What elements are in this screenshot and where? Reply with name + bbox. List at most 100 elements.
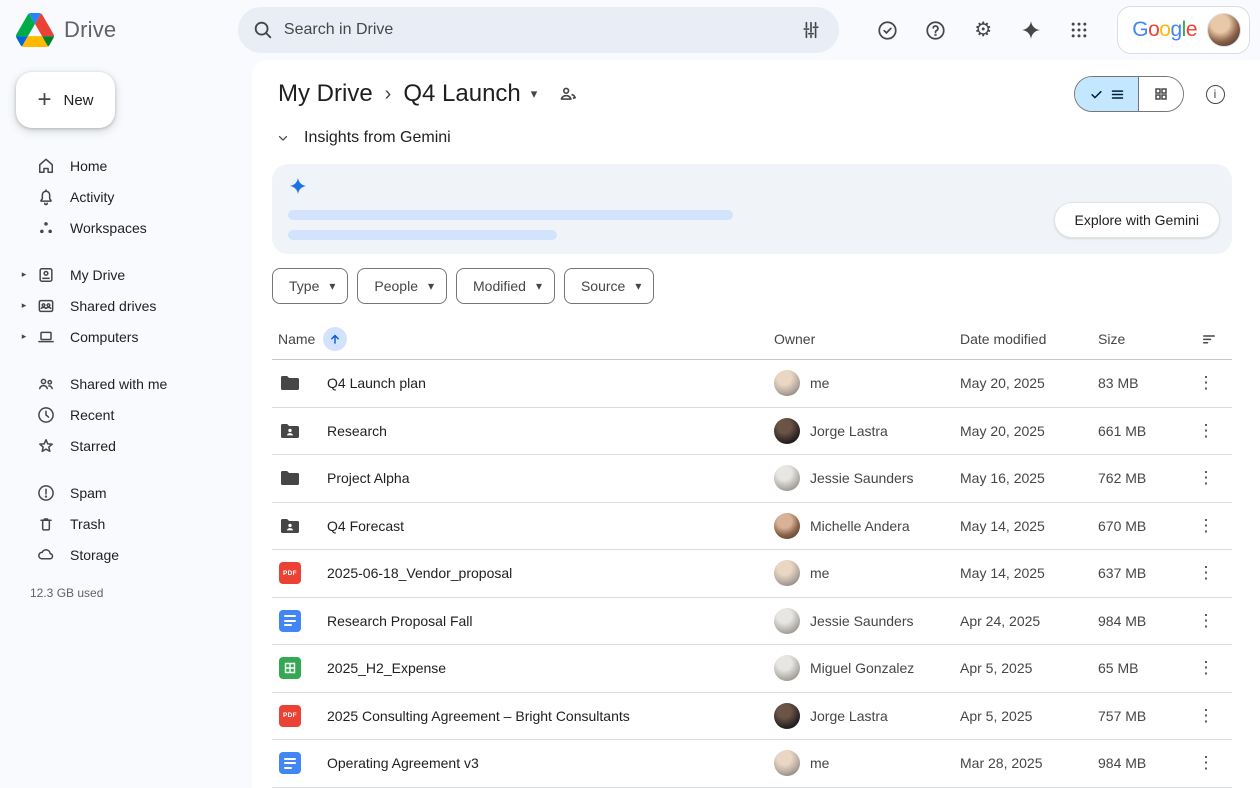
more-actions-icon[interactable]: ⋮ <box>1190 605 1222 637</box>
google-account-badge[interactable]: Google <box>1117 6 1250 54</box>
apps-grid-icon[interactable] <box>1059 10 1099 50</box>
spam-icon <box>36 483 56 503</box>
home-icon <box>36 156 56 176</box>
user-avatar[interactable] <box>1207 13 1241 47</box>
chevron-down-icon: ▾ <box>329 279 335 293</box>
chevron-down-icon: ▾ <box>536 279 542 293</box>
trash-icon <box>36 514 56 534</box>
search-bar <box>238 7 839 53</box>
breadcrumb-my-drive[interactable]: My Drive <box>272 78 379 110</box>
pdf-icon: PDF <box>278 561 302 585</box>
view-toggle <box>1074 76 1184 112</box>
sidebar-item-trash[interactable]: Trash <box>16 508 252 539</box>
sidebar-item-starred[interactable]: Starred <box>16 430 252 461</box>
sidebar-item-activity[interactable]: Activity <box>16 181 252 212</box>
sidebar-item-recent[interactable]: Recent <box>16 399 252 430</box>
workspaces-icon <box>36 218 56 238</box>
settings-gear-icon[interactable]: ⚙ <box>963 10 1003 50</box>
search-filters-icon[interactable] <box>791 10 831 50</box>
folder-icon <box>278 371 302 395</box>
sort-ascending-icon[interactable] <box>323 327 347 351</box>
table-header: Name Owner Date modified Size <box>272 318 1232 360</box>
file-row[interactable]: Project Alpha Jessie Saunders May 16, 20… <box>272 455 1232 503</box>
insights-card: Explore with Gemini <box>272 164 1232 254</box>
owner-avatar <box>774 560 800 586</box>
sidebar-item-computers[interactable]: ▸ Computers <box>16 321 252 352</box>
column-header-size[interactable]: Size <box>1098 331 1186 347</box>
folder-icon <box>278 466 302 490</box>
owner-avatar <box>774 750 800 776</box>
file-row[interactable]: Operating Agreement v3 me Mar 28, 2025 9… <box>272 740 1232 788</box>
share-folder-icon[interactable] <box>557 83 579 105</box>
column-header-name[interactable]: Name <box>272 327 774 351</box>
new-button[interactable]: + New <box>16 72 115 128</box>
filter-type[interactable]: Type ▾ <box>272 268 348 304</box>
search-input[interactable] <box>284 21 781 39</box>
expand-arrow-icon[interactable]: ▸ <box>18 300 30 311</box>
file-row[interactable]: PDF 2025-06-18_Vendor_proposal me May 14… <box>272 550 1232 598</box>
more-actions-icon[interactable]: ⋮ <box>1190 367 1222 399</box>
column-header-owner[interactable]: Owner <box>774 331 960 347</box>
google-doc-icon <box>278 609 302 633</box>
offline-status-icon[interactable] <box>867 10 907 50</box>
list-view-button[interactable] <box>1075 77 1139 111</box>
help-icon[interactable] <box>915 10 955 50</box>
file-row[interactable]: PDF 2025 Consulting Agreement – Bright C… <box>272 693 1232 741</box>
file-row[interactable]: 2025_H2_Expense Miguel Gonzalez Apr 5, 2… <box>272 645 1232 693</box>
details-info-icon[interactable]: i <box>1198 77 1232 111</box>
drive-logo-icon <box>16 13 54 47</box>
filter-people[interactable]: People ▾ <box>357 268 447 304</box>
sidebar-item-home[interactable]: Home <box>16 150 252 181</box>
more-actions-icon[interactable]: ⋮ <box>1190 557 1222 589</box>
drive-brand[interactable]: Drive <box>16 13 238 47</box>
breadcrumb: My Drive › Q4 Launch ▾ <box>272 74 1232 114</box>
file-row[interactable]: Research Jorge Lastra May 20, 2025 661 M… <box>272 408 1232 456</box>
insights-toggle[interactable]: Insights from Gemini <box>272 124 1232 152</box>
owner-avatar <box>774 513 800 539</box>
filter-chips: Type ▾ People ▾ Modified ▾ Source ▾ <box>272 268 1232 304</box>
gemini-spark-blue-icon <box>288 176 1216 196</box>
sidebar-item-shared-with-me[interactable]: Shared with me <box>16 368 252 399</box>
gemini-spark-icon[interactable] <box>1011 10 1051 50</box>
pdf-icon: PDF <box>278 704 302 728</box>
more-actions-icon[interactable]: ⋮ <box>1190 415 1222 447</box>
my-drive-icon <box>36 265 56 285</box>
search-icon <box>252 19 274 41</box>
sidebar-item-storage[interactable]: Storage <box>16 539 252 570</box>
more-actions-icon[interactable]: ⋮ <box>1190 700 1222 732</box>
more-actions-icon[interactable]: ⋮ <box>1190 462 1222 494</box>
column-header-date[interactable]: Date modified <box>960 331 1098 347</box>
shared-drives-icon <box>36 296 56 316</box>
file-row[interactable]: Q4 Forecast Michelle Andera May 14, 2025… <box>272 503 1232 551</box>
more-actions-icon[interactable]: ⋮ <box>1190 652 1222 684</box>
sidebar-item-shared-drives[interactable]: ▸ Shared drives <box>16 290 252 321</box>
insights-skeleton-line-2 <box>288 230 557 240</box>
sort-options-icon[interactable] <box>1186 330 1232 348</box>
more-actions-icon[interactable]: ⋮ <box>1190 747 1222 779</box>
filter-source[interactable]: Source ▾ <box>564 268 654 304</box>
sidebar-item-workspaces[interactable]: Workspaces <box>16 212 252 243</box>
sidebar-nav: Home Activity <box>16 150 252 570</box>
topbar-actions: ⚙ Google <box>867 6 1250 54</box>
sidebar: + New Home <box>0 60 252 788</box>
grid-view-button[interactable] <box>1139 77 1183 111</box>
app-title: Drive <box>64 17 116 43</box>
google-doc-icon <box>278 751 302 775</box>
shared-folder-icon <box>278 419 302 443</box>
file-row[interactable]: Q4 Launch plan me May 20, 2025 83 MB ⋮ <box>272 360 1232 408</box>
more-actions-icon[interactable]: ⋮ <box>1190 510 1222 542</box>
insights-title: Insights from Gemini <box>304 129 451 147</box>
expand-arrow-icon[interactable]: ▸ <box>18 269 30 280</box>
sidebar-item-my-drive[interactable]: ▸ My Drive <box>16 259 252 290</box>
clock-icon <box>36 405 56 425</box>
expand-arrow-icon[interactable]: ▸ <box>18 331 30 342</box>
breadcrumb-current-folder[interactable]: Q4 Launch ▾ <box>397 78 543 110</box>
filter-modified[interactable]: Modified ▾ <box>456 268 555 304</box>
star-icon <box>36 436 56 456</box>
cloud-icon <box>36 545 56 565</box>
file-row[interactable]: Research Proposal Fall Jessie Saunders A… <box>272 598 1232 646</box>
owner-avatar <box>774 465 800 491</box>
sidebar-item-spam[interactable]: Spam <box>16 477 252 508</box>
explore-with-gemini-button[interactable]: Explore with Gemini <box>1054 202 1221 238</box>
google-sheet-icon <box>278 656 302 680</box>
